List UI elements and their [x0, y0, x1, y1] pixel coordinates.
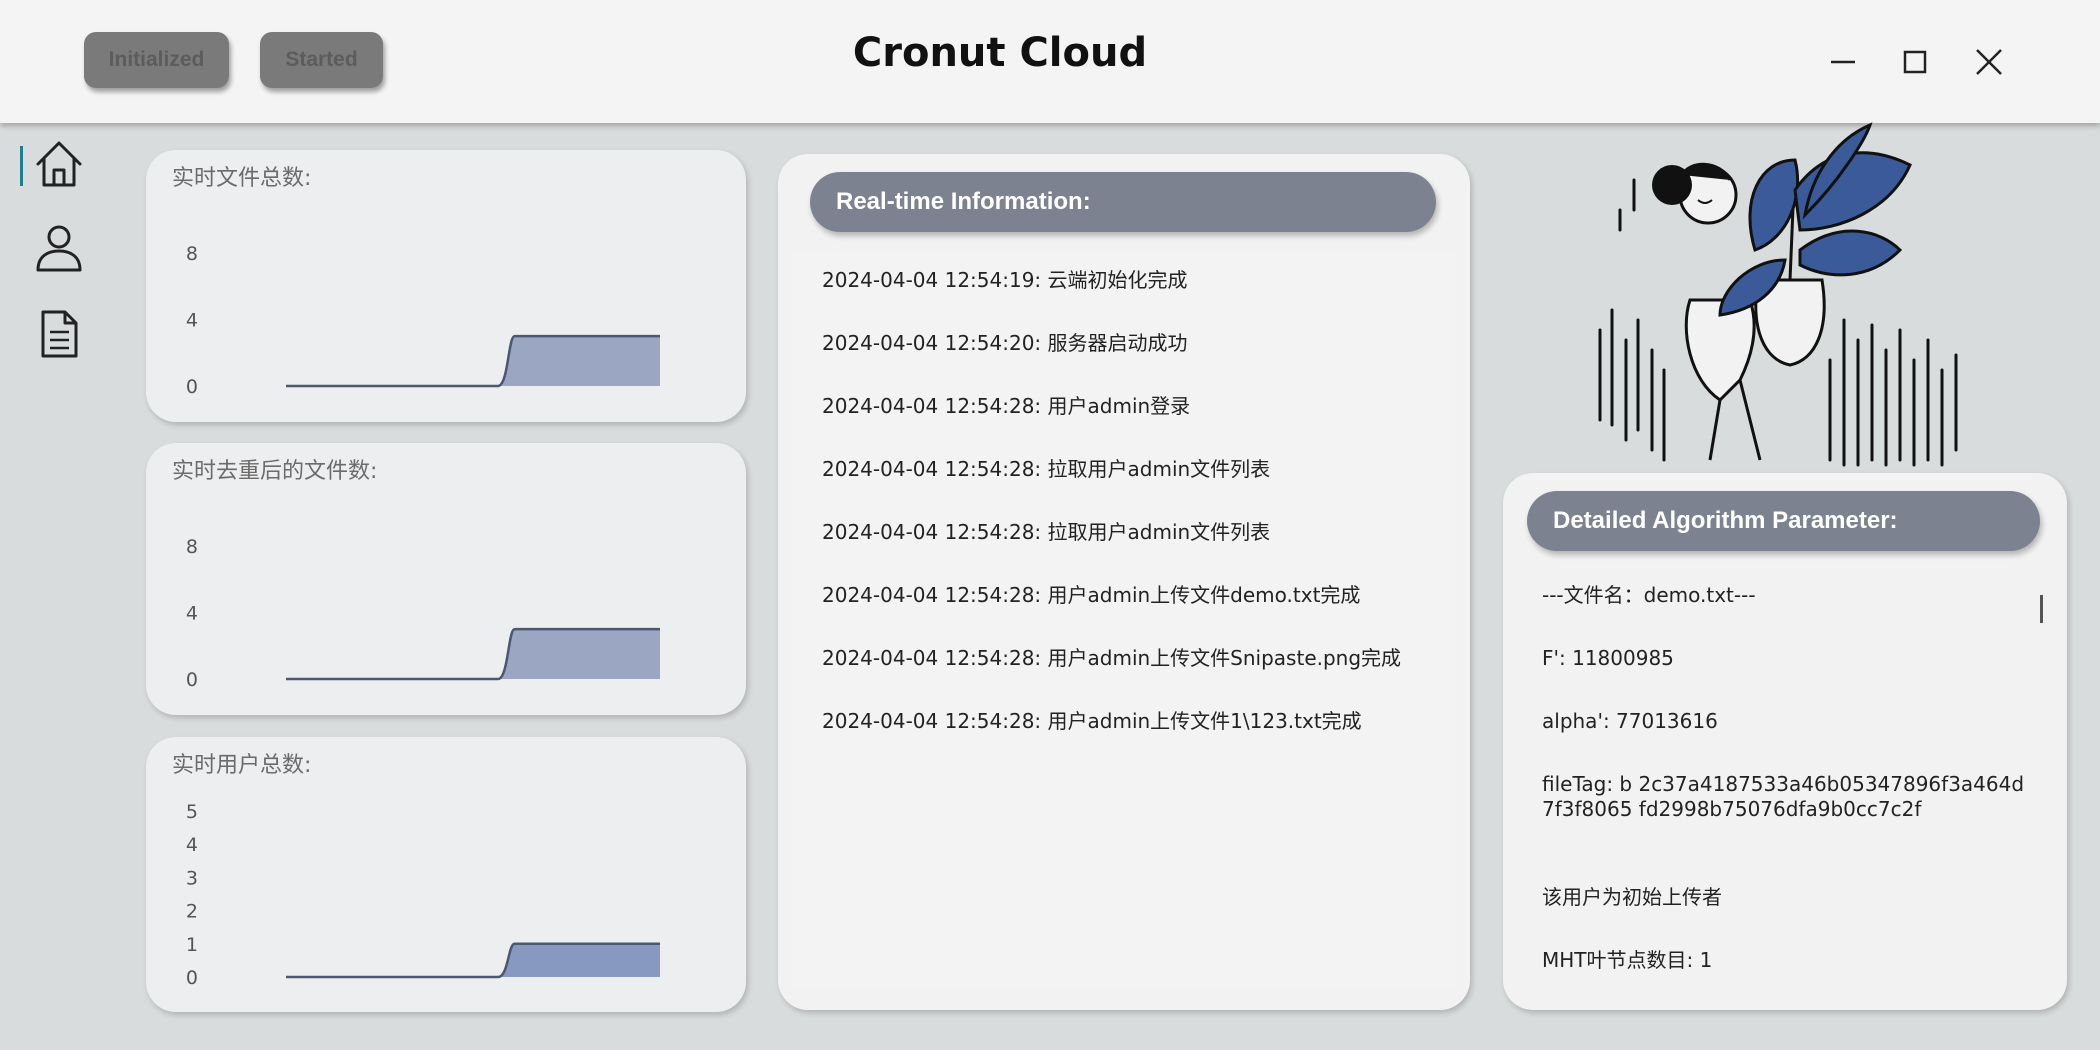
maximize-icon[interactable] — [1897, 44, 1933, 80]
algorithm-params-panel: Detailed Algorithm Parameter: ---文件名：dem… — [1503, 473, 2067, 1010]
param-line: ---文件名：demo.txt--- — [1542, 583, 1756, 607]
users-total-chart-card: 实时用户总数: 012345 — [146, 737, 746, 1012]
log-line: 2024-04-04 12:54:28: 拉取用户admin文件列表 — [822, 520, 1271, 544]
users-total-chart: 0 1 2 3 4 5 — [186, 801, 660, 989]
y-tick-label: 1 — [186, 934, 198, 956]
param-line: 该用户为初始上传者 — [1542, 885, 1722, 909]
log-line: 2024-04-04 12:54:28: 用户admin上传文件1\123.tx… — [822, 709, 1362, 733]
y-tick-label: 4 — [186, 834, 198, 856]
realtime-info-panel: Real-time Information: 2024-04-04 12:54:… — [778, 154, 1470, 1010]
files-dedup-chart-card: 实时去重后的文件数: 048 — [146, 443, 746, 715]
param-line: fileTag: b 2c37a4187533a46b05347896f3a46… — [1542, 772, 2025, 821]
log-line: 2024-04-04 12:54:19: 云端初始化完成 — [822, 268, 1188, 292]
y-tick-label: 3 — [186, 867, 198, 889]
param-line: alpha': 77013616 — [1542, 709, 1718, 733]
log-line: 2024-04-04 12:54:28: 用户admin上传文件Snipaste… — [822, 646, 1402, 670]
realtime-info-header: Real-time Information: — [810, 172, 1436, 232]
y-tick-label: 0 — [186, 376, 198, 398]
files-dedup-chart: 0 4 8 — [186, 536, 660, 691]
minimize-icon[interactable] — [1825, 44, 1861, 80]
close-icon[interactable] — [1971, 44, 2007, 80]
app-title: Cronut Cloud — [852, 30, 1148, 76]
y-tick-label: 8 — [186, 536, 198, 558]
area-fill — [286, 943, 660, 977]
log-line: 2024-04-04 12:54:28: 用户admin上传文件demo.txt… — [822, 583, 1361, 607]
algorithm-params-header: Detailed Algorithm Parameter: — [1527, 491, 2040, 551]
log-line: 2024-04-04 12:54:20: 服务器启动成功 — [822, 331, 1188, 355]
area-fill — [286, 336, 660, 386]
y-tick-label: 5 — [186, 801, 198, 823]
woman-with-plant-illustration — [1598, 122, 1958, 467]
log-list[interactable]: 2024-04-04 12:54:19: 云端初始化完成 2024-04-04 … — [792, 252, 1456, 988]
scrollbar-thumb[interactable] — [2040, 595, 2043, 623]
home-icon[interactable] — [34, 138, 84, 190]
y-tick-label: 4 — [186, 310, 198, 332]
y-tick-label: 0 — [186, 669, 198, 691]
y-tick-label: 0 — [186, 967, 198, 989]
title-bar: Initialized Started Cronut Cloud — [0, 0, 2100, 123]
y-tick-label: 4 — [186, 603, 198, 625]
user-icon[interactable] — [34, 222, 84, 274]
document-icon[interactable] — [34, 308, 84, 360]
param-line: MHT叶节点数目: 1 — [1542, 948, 1713, 972]
files-total-chart-card: 实时文件总数: 048 — [146, 150, 746, 422]
files-total-chart: 0 4 8 — [186, 243, 660, 398]
param-line: F': 11800985 — [1542, 646, 1674, 670]
y-tick-label: 8 — [186, 243, 198, 265]
y-tick-label: 2 — [186, 901, 198, 923]
area-fill — [286, 629, 660, 679]
log-line: 2024-04-04 12:54:28: 拉取用户admin文件列表 — [822, 457, 1271, 481]
log-line: 2024-04-04 12:54:28: 用户admin登录 — [822, 394, 1191, 418]
nav-active-indicator — [20, 146, 23, 186]
